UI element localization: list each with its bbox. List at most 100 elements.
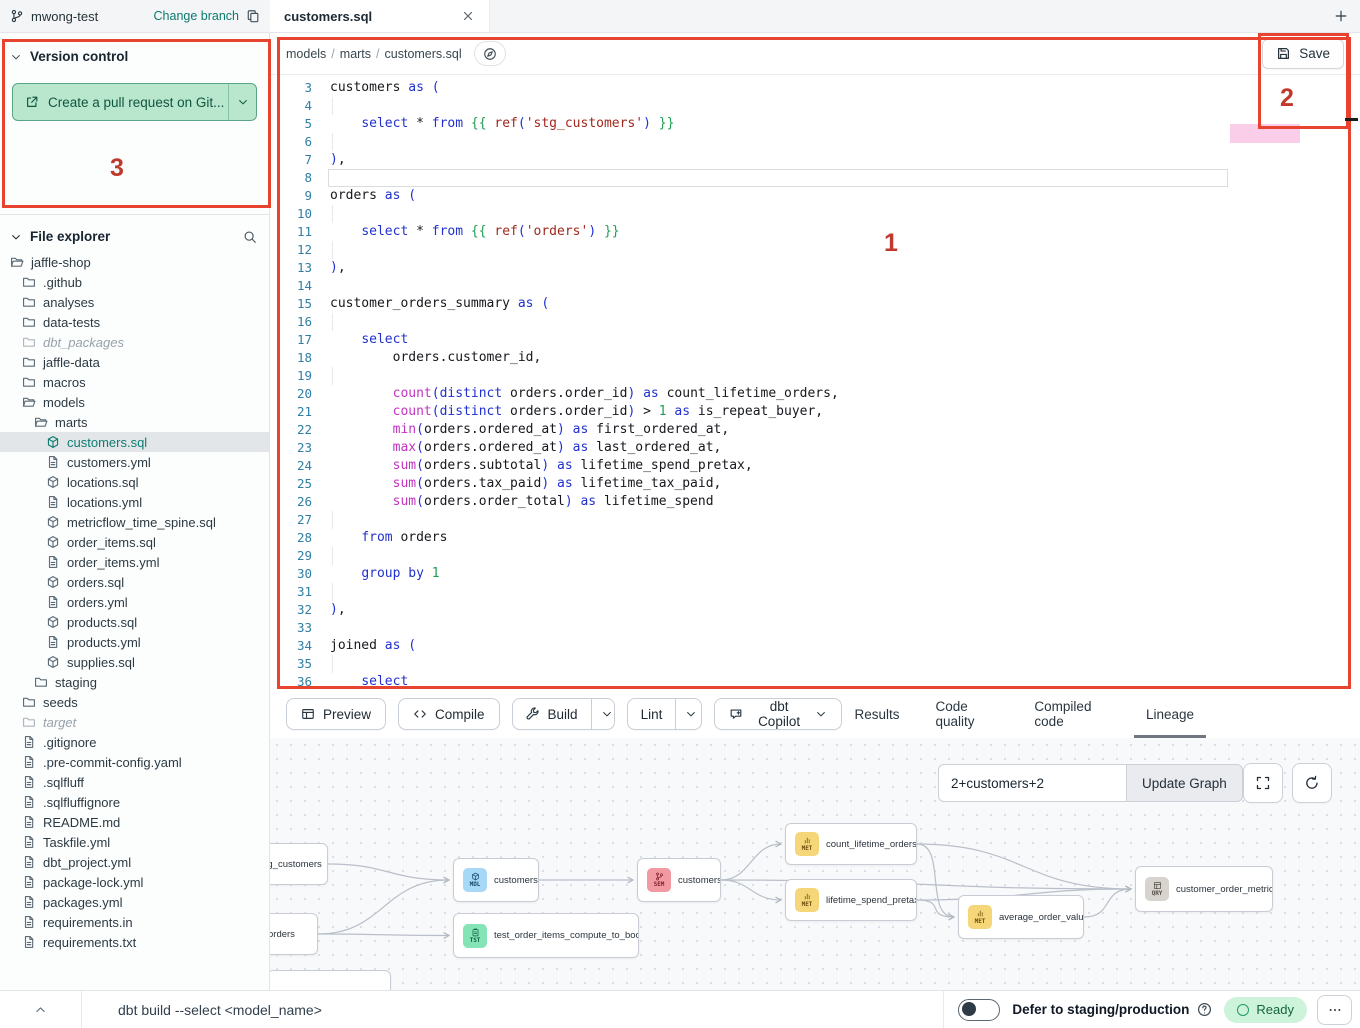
cube-icon — [46, 575, 60, 589]
file-row-orders.yml[interactable]: orders.yml — [0, 592, 269, 612]
file-icon — [46, 555, 60, 569]
file-label: target — [43, 715, 76, 730]
lint-dropdown-chevron[interactable] — [675, 699, 701, 729]
tab-code-quality[interactable]: Code quality — [935, 690, 998, 738]
search-icon[interactable] — [243, 230, 257, 244]
file-row-order_items.sql[interactable]: order_items.sql — [0, 532, 269, 552]
lineage-node-customer_order_metrics[interactable]: QRYcustomer_order_metrics — [1135, 866, 1273, 912]
file-row-.sqlfluffignore[interactable]: .sqlfluffignore — [0, 792, 269, 812]
file-row-products.yml[interactable]: products.yml — [0, 632, 269, 652]
file-row-marts[interactable]: marts — [0, 412, 269, 432]
lint-button[interactable]: Lint — [628, 699, 676, 729]
file-row-jaffle-data[interactable]: jaffle-data — [0, 352, 269, 372]
file-row-dbt_project.yml[interactable]: dbt_project.yml — [0, 852, 269, 872]
copy-icon[interactable] — [246, 9, 260, 23]
lineage-node-partial[interactable] — [270, 970, 391, 990]
lineage-node-average_order_value[interactable]: METaverage_order_value — [958, 895, 1084, 939]
lineage-node-count_lifetime_orders[interactable]: METcount_lifetime_orders — [785, 823, 917, 865]
wrench-icon — [526, 707, 540, 721]
save-label: Save — [1299, 46, 1330, 61]
version-control-header[interactable]: Version control — [0, 33, 269, 70]
lineage-node-lifetime_spend_pretax[interactable]: METlifetime_spend_pretax — [785, 879, 917, 921]
more-options-button[interactable] — [1317, 995, 1352, 1025]
file-row-supplies.sql[interactable]: supplies.sql — [0, 652, 269, 672]
file-row-customers.sql[interactable]: customers.sql — [0, 432, 269, 452]
fullscreen-button[interactable] — [1243, 763, 1283, 803]
file-label: products.yml — [67, 635, 141, 650]
file-row-.pre-commit-config.yaml[interactable]: .pre-commit-config.yaml — [0, 752, 269, 772]
file-row-.github[interactable]: .github — [0, 272, 269, 292]
build-dropdown-chevron[interactable] — [591, 699, 615, 729]
file-label: .gitignore — [43, 735, 96, 750]
refresh-button[interactable] — [1292, 763, 1332, 803]
file-row-models[interactable]: models — [0, 392, 269, 412]
save-button[interactable]: Save — [1262, 39, 1344, 69]
editor-tab-customers-sql[interactable]: customers.sql — [270, 0, 490, 32]
file-row-orders.sql[interactable]: orders.sql — [0, 572, 269, 592]
file-row-locations.yml[interactable]: locations.yml — [0, 492, 269, 512]
breadcrumb-marts[interactable]: marts — [340, 47, 371, 61]
breadcrumb-models[interactable]: models — [286, 47, 326, 61]
editor-toolbar: Preview Compile Build Lint dbt Copilot R… — [270, 690, 1360, 738]
build-button[interactable]: Build — [513, 699, 591, 729]
file-row-Taskfile.yml[interactable]: Taskfile.yml — [0, 832, 269, 852]
dbt-copilot-button[interactable]: dbt Copilot — [714, 698, 843, 730]
command-bar-expand[interactable] — [0, 991, 82, 1028]
breadcrumb-file[interactable]: customers.sql — [385, 47, 462, 61]
compile-button[interactable]: Compile — [398, 698, 500, 730]
help-icon[interactable] — [1197, 1002, 1212, 1017]
file-row-analyses[interactable]: analyses — [0, 292, 269, 312]
editor-panel: models / marts / customers.sql Save 3cus… — [270, 33, 1360, 690]
update-graph-button[interactable]: Update Graph — [1126, 764, 1243, 802]
file-row-dbt_packages[interactable]: dbt_packages — [0, 332, 269, 352]
file-row-package-lock.yml[interactable]: package-lock.yml — [0, 872, 269, 892]
file-explorer-header[interactable]: File explorer — [0, 215, 269, 252]
lineage-selector-input[interactable] — [938, 764, 1126, 802]
tab-compiled-code[interactable]: Compiled code — [1034, 690, 1110, 738]
file-icon — [46, 595, 60, 609]
lineage-node-customers_sem[interactable]: SEMcustomers — [637, 858, 721, 902]
file-row-order_items.yml[interactable]: order_items.yml — [0, 552, 269, 572]
defer-toggle[interactable] — [958, 999, 1000, 1021]
file-row-README.md[interactable]: README.md — [0, 812, 269, 832]
file-row-macros[interactable]: macros — [0, 372, 269, 392]
compass-button[interactable] — [474, 41, 506, 66]
lineage-node-tst[interactable]: TSTtest_order_items_compute_to_bools... — [453, 913, 639, 958]
file-icon — [46, 455, 60, 469]
file-row-products.sql[interactable]: products.sql — [0, 612, 269, 632]
preview-button[interactable]: Preview — [286, 698, 386, 730]
file-row-customers.yml[interactable]: customers.yml — [0, 452, 269, 472]
lineage-node-stg_customers[interactable]: stg_customers — [270, 843, 328, 885]
create-pr-button[interactable]: Create a pull request on Git... — [12, 83, 257, 121]
lineage-node-orders[interactable]: orders — [270, 913, 318, 955]
code-line-7: 7), — [270, 151, 1360, 169]
code-editor[interactable]: 3customers as (45 select * from {{ ref('… — [270, 75, 1360, 689]
close-icon[interactable] — [461, 9, 475, 23]
file-row-packages.yml[interactable]: packages.yml — [0, 892, 269, 912]
change-branch-link[interactable]: Change branch — [154, 9, 239, 23]
file-row-requirements.txt[interactable]: requirements.txt — [0, 932, 269, 952]
file-row-requirements.in[interactable]: requirements.in — [0, 912, 269, 932]
tab-lineage[interactable]: Lineage — [1146, 690, 1194, 738]
toggle-knob — [962, 1002, 976, 1016]
file-row-staging[interactable]: staging — [0, 672, 269, 692]
file-row-metricflow_time_spine.sql[interactable]: metricflow_time_spine.sql — [0, 512, 269, 532]
file-row-.gitignore[interactable]: .gitignore — [0, 732, 269, 752]
file-row-.sqlfluff[interactable]: .sqlfluff — [0, 772, 269, 792]
file-row-jaffle-shop[interactable]: jaffle-shop — [0, 252, 269, 272]
file-row-locations.sql[interactable]: locations.sql — [0, 472, 269, 492]
folder-icon — [22, 275, 36, 289]
tab-results[interactable]: Results — [854, 690, 899, 738]
new-tab-plus-icon[interactable] — [1334, 9, 1348, 23]
pr-dropdown-chevron[interactable] — [229, 84, 256, 120]
lineage-node-customers_mdl[interactable]: MDLcustomers — [453, 858, 539, 902]
folder-icon — [22, 375, 36, 389]
file-row-target[interactable]: target — [0, 712, 269, 732]
command-input[interactable]: dbt build --select <model_name> — [118, 1002, 322, 1018]
code-line-23: 23 max(orders.ordered_at) as last_ordere… — [270, 439, 1360, 457]
code-line-21: 21 count(distinct orders.order_id) > 1 a… — [270, 403, 1360, 421]
file-row-data-tests[interactable]: data-tests — [0, 312, 269, 332]
file-row-seeds[interactable]: seeds — [0, 692, 269, 712]
editor-minimap[interactable] — [1230, 75, 1312, 235]
lint-label: Lint — [641, 707, 663, 722]
